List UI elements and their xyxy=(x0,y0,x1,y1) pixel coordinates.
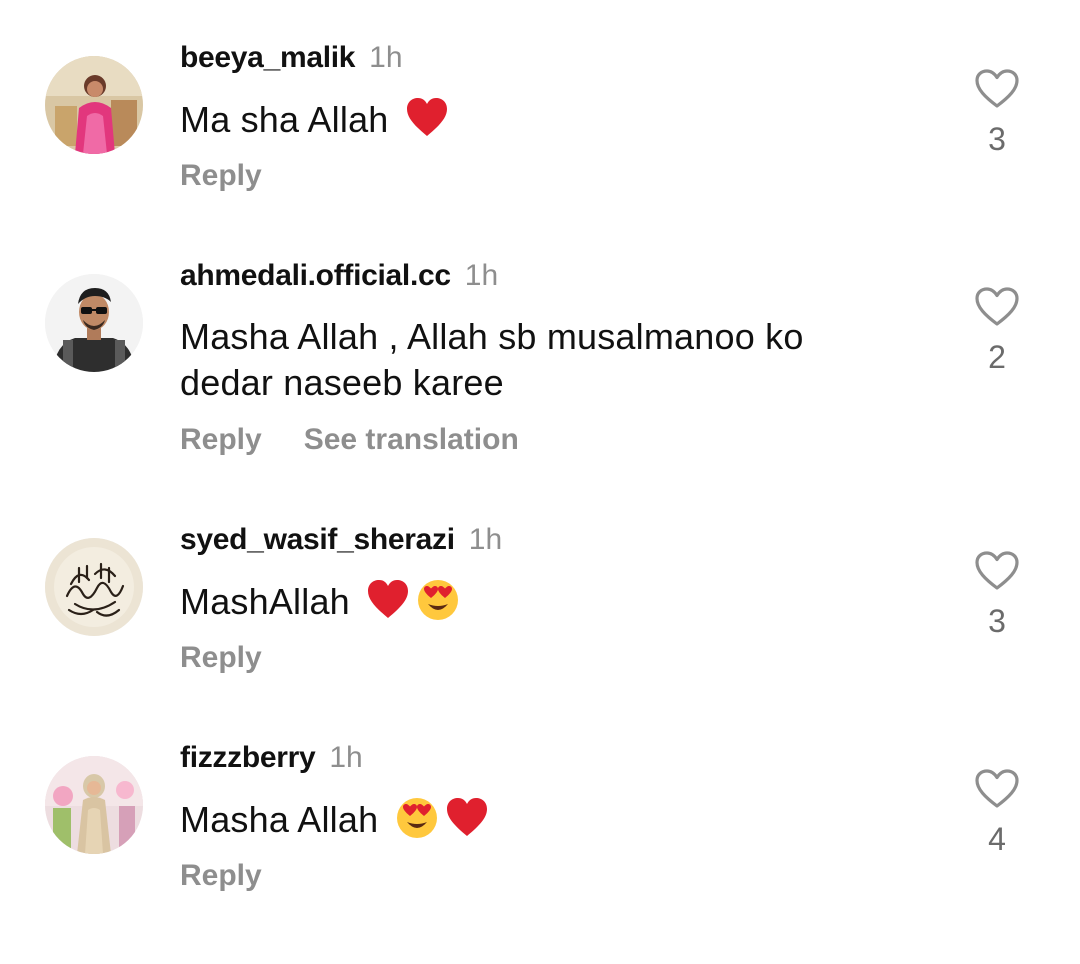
comment-text: MashAllah xyxy=(180,578,870,625)
avatar[interactable] xyxy=(45,274,143,372)
user-avatar-icon xyxy=(45,56,143,154)
heart-eyes-emoji-icon xyxy=(416,578,460,622)
heart-outline-icon[interactable] xyxy=(974,286,1020,328)
comment-meta: beeya_malik 1h xyxy=(180,40,403,76)
like-control: 3 xyxy=(974,68,1020,158)
comment-text-content: Masha Allah , Allah sb musalmanoo ko ded… xyxy=(180,316,804,403)
comment-meta: syed_wasif_sherazi 1h xyxy=(180,522,502,558)
comment-text: Ma sha Allah xyxy=(180,96,870,143)
heart-eyes-emoji-icon xyxy=(395,796,439,840)
comment-actions: Reply xyxy=(180,158,262,194)
heart-outline-icon[interactable] xyxy=(974,550,1020,592)
comment-meta: fizzzberry 1h xyxy=(180,740,363,776)
comment-text-content: Masha Allah xyxy=(180,799,379,840)
timestamp: 1h xyxy=(329,741,363,774)
comment-actions: Reply xyxy=(180,858,262,894)
avatar[interactable] xyxy=(45,538,143,636)
red-heart-emoji-icon xyxy=(405,96,449,140)
comment-text: Masha Allah xyxy=(180,796,870,843)
avatar[interactable] xyxy=(45,756,143,854)
comment-actions: Reply xyxy=(180,640,262,676)
heart-outline-icon[interactable] xyxy=(974,768,1020,810)
username[interactable]: ahmedali.official.cc xyxy=(180,259,451,292)
username[interactable]: syed_wasif_sherazi xyxy=(180,523,455,556)
see-translation-button[interactable]: See translation xyxy=(304,423,519,456)
comment-text-content: Ma sha Allah xyxy=(180,99,389,140)
comment-text: Masha Allah , Allah sb musalmanoo ko ded… xyxy=(180,314,870,406)
comment-meta: ahmedali.official.cc 1h xyxy=(180,258,498,294)
calligraphy-avatar-icon xyxy=(45,538,143,636)
timestamp: 1h xyxy=(464,259,499,292)
reply-button[interactable]: Reply xyxy=(180,641,262,674)
timestamp: 1h xyxy=(369,41,403,74)
reply-button[interactable]: Reply xyxy=(180,859,262,892)
heart-outline-icon[interactable] xyxy=(974,68,1020,110)
user-avatar-icon xyxy=(45,274,143,372)
user-avatar-icon xyxy=(45,756,143,854)
reply-button[interactable]: Reply xyxy=(180,423,262,456)
comment-actions: Reply See translation xyxy=(180,422,519,458)
reply-button[interactable]: Reply xyxy=(180,159,262,192)
comment-text-content: MashAllah xyxy=(180,581,350,622)
like-count: 3 xyxy=(988,603,1006,639)
like-count: 2 xyxy=(988,339,1006,375)
username[interactable]: beeya_malik xyxy=(180,41,355,74)
like-control: 4 xyxy=(974,768,1020,858)
red-heart-emoji-icon xyxy=(445,796,489,840)
avatar[interactable] xyxy=(45,56,143,154)
username[interactable]: fizzzberry xyxy=(180,741,316,774)
like-control: 3 xyxy=(974,550,1020,640)
like-count: 3 xyxy=(988,121,1006,157)
timestamp: 1h xyxy=(468,523,503,556)
like-count: 4 xyxy=(988,821,1006,857)
red-heart-emoji-icon xyxy=(366,578,410,622)
like-control: 2 xyxy=(974,286,1020,376)
